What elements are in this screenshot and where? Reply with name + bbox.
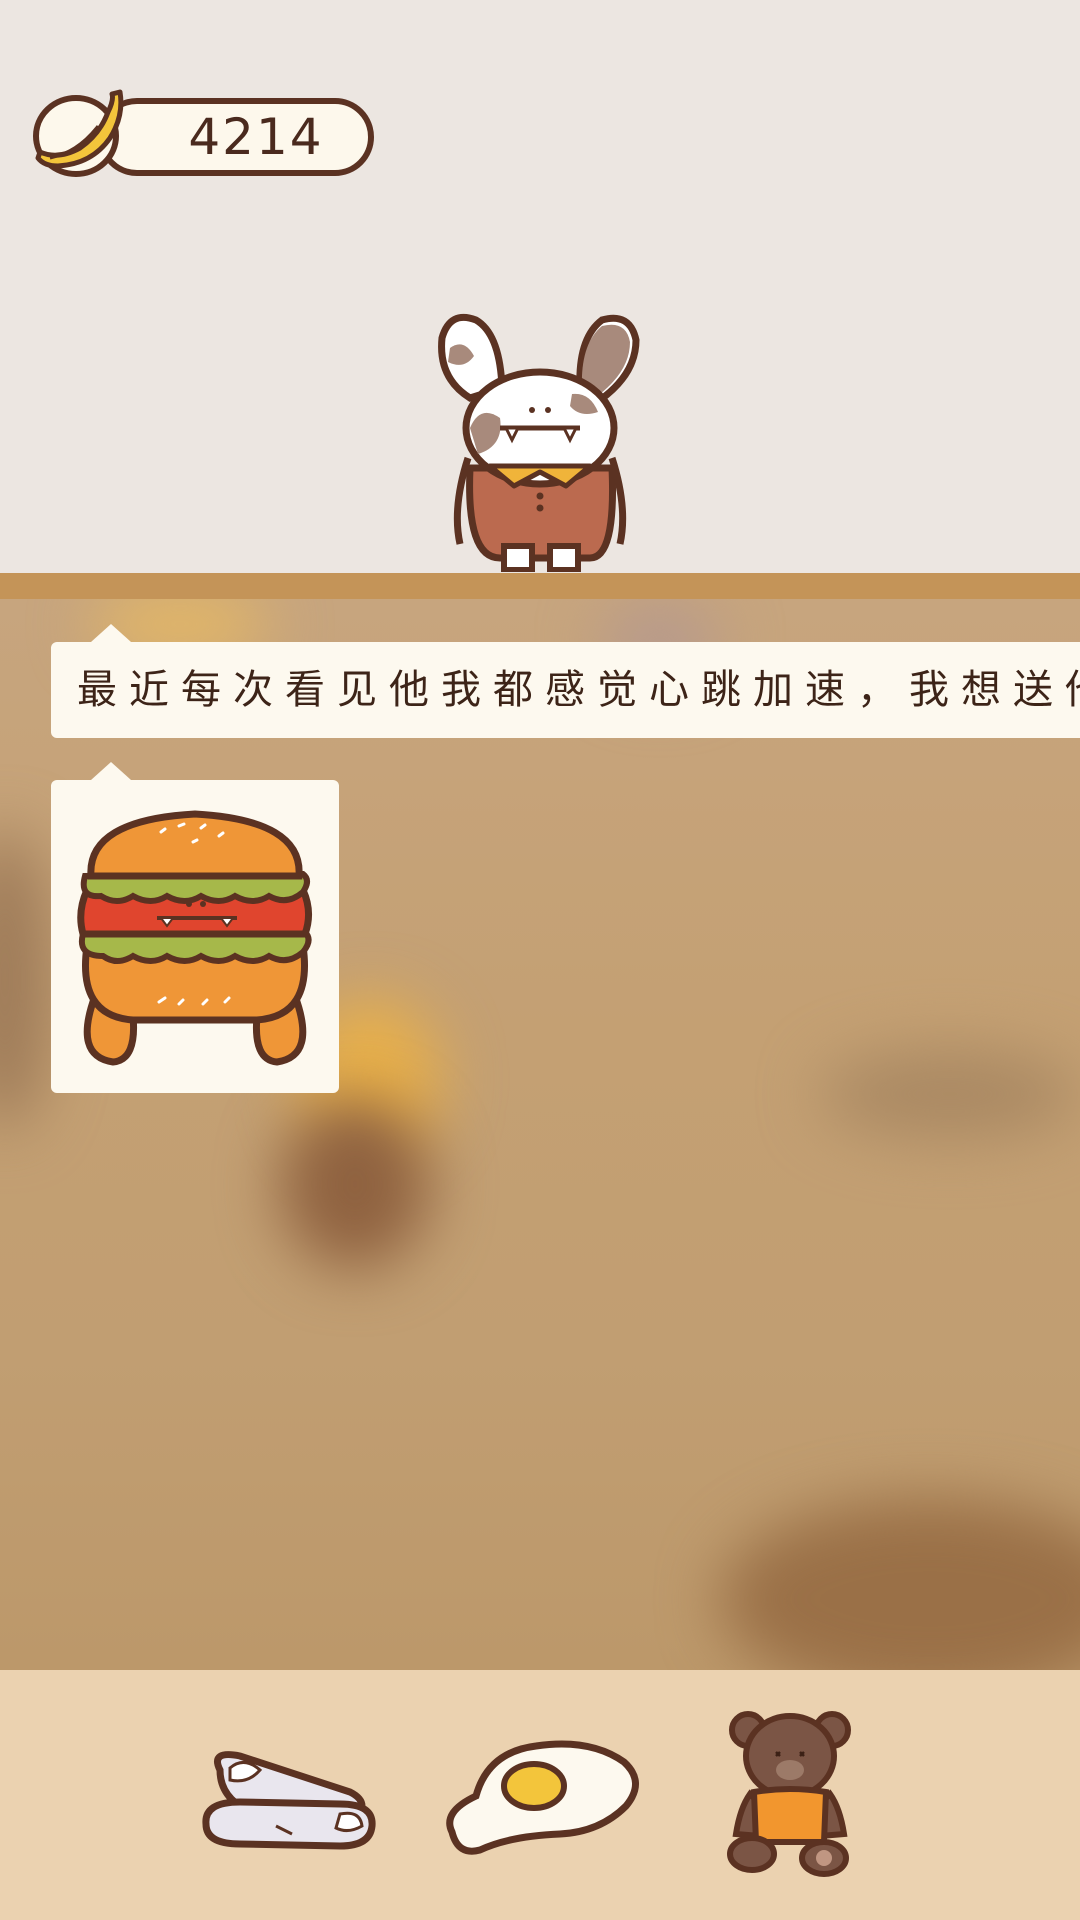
shelf-divider xyxy=(0,573,1080,599)
slippers-icon[interactable] xyxy=(200,1740,380,1850)
banana-icon xyxy=(33,89,124,177)
currency-value: 4214 xyxy=(188,108,324,166)
dialogue-image-bubble[interactable] xyxy=(51,762,339,1093)
blurred-background xyxy=(0,599,1080,1670)
teddy-bear-icon[interactable] xyxy=(720,1708,860,1878)
burger-monster-icon xyxy=(77,810,312,1066)
currency-counter: 4214 xyxy=(28,86,378,178)
fried-egg-icon[interactable] xyxy=(440,1732,640,1858)
dialogue-text-bubble[interactable]: 最近每次看见他我都感觉心跳加速，我想送他 xyxy=(51,624,1080,738)
dialogue-text: 最近每次看见他我都感觉心跳加速，我想送他 xyxy=(77,667,1080,713)
bunny-character-icon[interactable] xyxy=(430,308,650,572)
